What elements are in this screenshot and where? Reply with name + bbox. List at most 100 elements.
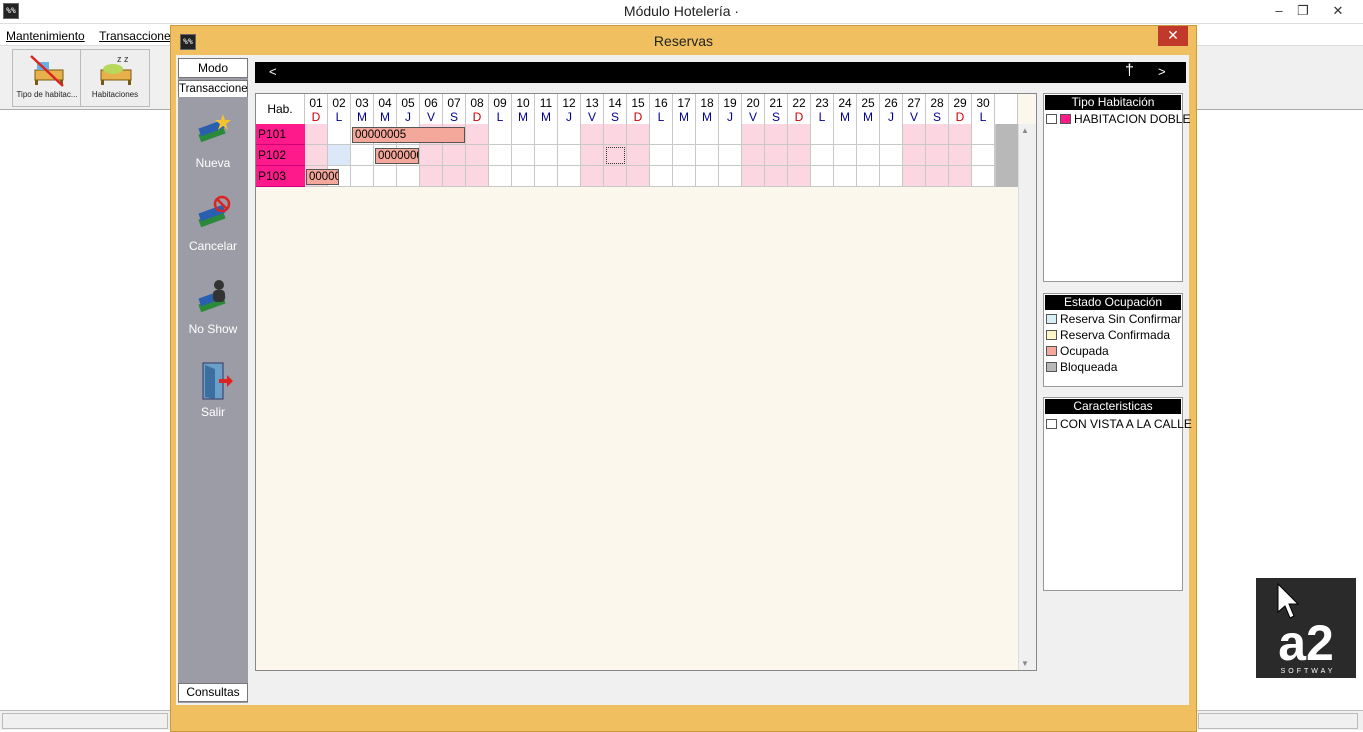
day-cell[interactable] xyxy=(903,124,926,145)
day-cell[interactable] xyxy=(489,145,512,166)
reservation-block[interactable]: 00000007 xyxy=(306,169,339,185)
menu-transacciones[interactable]: Transacciones xyxy=(93,26,182,43)
day-cell[interactable] xyxy=(351,166,374,187)
salir-button[interactable]: Salir xyxy=(178,357,248,419)
day-cell[interactable] xyxy=(880,124,903,145)
day-cell[interactable] xyxy=(604,166,627,187)
day-cell[interactable] xyxy=(581,145,604,166)
day-cell[interactable] xyxy=(880,166,903,187)
day-cell[interactable] xyxy=(857,166,880,187)
day-cell[interactable] xyxy=(880,145,903,166)
consultas-button[interactable]: Consultas xyxy=(178,683,248,702)
next-month-button[interactable]: > xyxy=(1158,64,1166,79)
day-cell[interactable] xyxy=(650,166,673,187)
scroll-up-icon[interactable]: ▲ xyxy=(1021,126,1029,135)
day-cell[interactable] xyxy=(765,166,788,187)
day-cell[interactable] xyxy=(857,145,880,166)
menu-mantenimiento[interactable]: Mantenimiento xyxy=(0,26,90,43)
nueva-button[interactable]: Nueva xyxy=(178,108,248,170)
reservas-close-button[interactable]: ✕ xyxy=(1158,26,1188,46)
day-cell[interactable] xyxy=(535,124,558,145)
day-cell[interactable] xyxy=(420,145,443,166)
day-cell[interactable] xyxy=(512,124,535,145)
day-cell[interactable] xyxy=(719,166,742,187)
day-cell[interactable] xyxy=(512,145,535,166)
day-cell[interactable] xyxy=(650,124,673,145)
room-label[interactable]: P103 xyxy=(256,166,305,187)
day-cell[interactable] xyxy=(673,166,696,187)
tipo-item[interactable]: HABITACION DOBLE xyxy=(1046,111,1190,127)
day-cell[interactable] xyxy=(811,145,834,166)
day-cell[interactable] xyxy=(719,124,742,145)
day-cell[interactable] xyxy=(857,124,880,145)
day-cell[interactable] xyxy=(696,166,719,187)
day-cell[interactable] xyxy=(558,145,581,166)
day-cell[interactable] xyxy=(949,166,972,187)
room-label[interactable]: P102 xyxy=(256,145,305,166)
day-cell[interactable] xyxy=(558,166,581,187)
day-cell[interactable] xyxy=(788,124,811,145)
day-cell[interactable] xyxy=(742,124,765,145)
day-cell[interactable] xyxy=(466,124,489,145)
no-show-button[interactable]: No Show xyxy=(178,274,248,336)
restore-button[interactable]: ❐ xyxy=(1283,0,1323,22)
day-cell[interactable] xyxy=(903,166,926,187)
day-cell[interactable] xyxy=(788,145,811,166)
day-cell[interactable] xyxy=(742,166,765,187)
day-cell[interactable] xyxy=(834,166,857,187)
day-cell[interactable] xyxy=(765,124,788,145)
day-cell[interactable] xyxy=(811,166,834,187)
day-cell[interactable] xyxy=(972,145,995,166)
day-cell[interactable] xyxy=(673,145,696,166)
tipo-habitacion-button[interactable]: Tipo de habitac... xyxy=(12,49,82,107)
day-cell[interactable] xyxy=(305,145,328,166)
day-cell[interactable] xyxy=(581,166,604,187)
day-cell[interactable] xyxy=(397,166,420,187)
day-cell[interactable] xyxy=(604,145,627,166)
day-cell[interactable] xyxy=(328,124,351,145)
day-cell[interactable] xyxy=(627,124,650,145)
day-cell[interactable] xyxy=(811,124,834,145)
day-cell[interactable] xyxy=(420,166,443,187)
day-cell[interactable] xyxy=(949,145,972,166)
day-cell[interactable] xyxy=(443,166,466,187)
scroll-down-icon[interactable]: ▼ xyxy=(1021,659,1029,668)
day-cell[interactable] xyxy=(650,145,673,166)
day-cell[interactable] xyxy=(673,124,696,145)
day-cell[interactable] xyxy=(788,166,811,187)
day-cell[interactable] xyxy=(328,145,351,166)
day-cell[interactable] xyxy=(627,145,650,166)
modo-header[interactable]: Modo xyxy=(178,58,248,78)
checkbox[interactable] xyxy=(1046,419,1057,429)
day-cell[interactable] xyxy=(834,124,857,145)
day-cell[interactable] xyxy=(489,166,512,187)
day-cell[interactable] xyxy=(627,166,650,187)
habitaciones-button[interactable]: z z Habitaciones xyxy=(80,49,150,107)
day-cell[interactable] xyxy=(834,145,857,166)
room-label[interactable]: P101 xyxy=(256,124,305,145)
reservation-block[interactable]: 00000006 xyxy=(375,148,419,164)
day-cell[interactable] xyxy=(903,145,926,166)
day-cell[interactable] xyxy=(305,124,328,145)
day-cell[interactable] xyxy=(719,145,742,166)
cancelar-button[interactable]: Cancelar xyxy=(178,191,248,253)
day-cell[interactable] xyxy=(696,145,719,166)
scroll-thumb-area[interactable] xyxy=(995,124,1018,187)
day-cell[interactable] xyxy=(581,124,604,145)
day-cell[interactable] xyxy=(742,145,765,166)
close-button[interactable]: ✕ xyxy=(1318,0,1358,22)
day-cell[interactable] xyxy=(696,124,719,145)
day-cell[interactable] xyxy=(558,124,581,145)
day-cell[interactable] xyxy=(535,166,558,187)
day-cell[interactable] xyxy=(949,124,972,145)
day-cell[interactable] xyxy=(604,124,627,145)
day-cell[interactable] xyxy=(972,124,995,145)
day-cell[interactable] xyxy=(926,166,949,187)
day-cell[interactable] xyxy=(374,166,397,187)
pin-icon[interactable]: † xyxy=(1125,62,1134,80)
day-cell[interactable] xyxy=(926,145,949,166)
day-cell[interactable] xyxy=(489,124,512,145)
checkbox[interactable] xyxy=(1046,114,1057,124)
day-cell[interactable] xyxy=(926,124,949,145)
caracteristica-item[interactable]: CON VISTA A LA CALLE xyxy=(1046,416,1192,432)
